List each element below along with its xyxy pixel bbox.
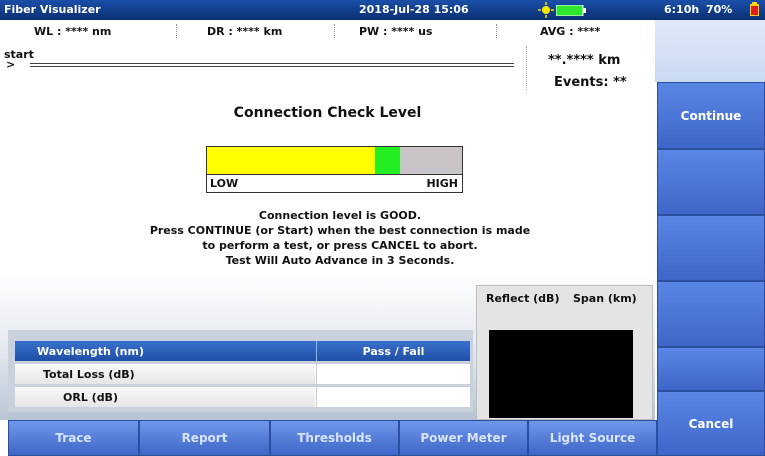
- tab-thresholds[interactable]: Thresholds: [270, 420, 399, 456]
- datetime: 2018-Jul-28 15:06: [359, 3, 469, 16]
- continue-button[interactable]: Continue: [657, 82, 765, 149]
- span-label: Span (km): [573, 292, 637, 305]
- level-scale: LOW HIGH: [206, 175, 463, 193]
- distance-readout: **.**** km: [548, 53, 621, 68]
- level-fill: [207, 147, 376, 174]
- tab-light-source[interactable]: Light Source: [528, 420, 657, 456]
- table-row: Total Loss (dB): [15, 364, 470, 384]
- side-button-3[interactable]: [657, 215, 765, 281]
- wavelength-header: Wavelength (nm): [37, 344, 144, 358]
- wavelength-readout: WL : **** nm: [34, 25, 112, 38]
- range-readout: DR : **** km: [207, 25, 283, 38]
- divider: [334, 24, 336, 38]
- connection-check-heading: Connection Check Level: [233, 105, 422, 121]
- sun-icon: [538, 2, 554, 21]
- side-button-2[interactable]: [657, 149, 765, 215]
- message-line: to perform a test, or press CANCEL to ab…: [202, 239, 478, 252]
- connection-message: Connection level is GOOD. Press CONTINUE…: [0, 208, 680, 268]
- divider: [496, 24, 498, 38]
- divider: [176, 24, 178, 38]
- info-bar: WL : **** nm DR : **** km PW : **** us A…: [0, 20, 655, 42]
- orl-label: ORL (dB): [15, 387, 315, 407]
- total-loss-result: [316, 364, 470, 384]
- app-title: Fiber Visualizer: [4, 3, 101, 16]
- cancel-button[interactable]: Cancel: [657, 391, 765, 456]
- pulse-width-readout: PW : **** us: [359, 25, 433, 38]
- orl-result: [316, 387, 470, 407]
- high-label: HIGH: [426, 177, 458, 190]
- battery-percent: 70%: [706, 3, 733, 16]
- battery-icon: [555, 4, 586, 19]
- start-marker-icon: >: [6, 58, 16, 71]
- message-line: Press CONTINUE (or Start) when the best …: [149, 224, 531, 237]
- status-bar: Fiber Visualizer 2018-Jul-28 15:06 6:10h…: [0, 0, 765, 20]
- trace-area: start > **.**** km Events: **: [0, 42, 655, 92]
- total-loss-label: Total Loss (dB): [15, 364, 315, 384]
- battery-time: 6:10h: [664, 3, 700, 16]
- reflect-label: Reflect (dB): [486, 292, 560, 305]
- connection-level-bar: [206, 146, 463, 175]
- trace-line: [30, 63, 514, 67]
- side-button-4[interactable]: [657, 281, 765, 347]
- reflect-display: [489, 330, 633, 418]
- side-panel-header: [655, 20, 765, 82]
- low-label: LOW: [210, 177, 239, 190]
- tab-trace[interactable]: Trace: [8, 420, 139, 456]
- events-count: Events: **: [554, 75, 627, 90]
- tab-power-meter[interactable]: Power Meter: [399, 420, 528, 456]
- table-header-row: Wavelength (nm) Pass / Fail: [15, 341, 470, 361]
- averaging-readout: AVG : ****: [540, 25, 601, 38]
- message-line: Connection level is GOOD.: [258, 209, 422, 222]
- divider: [526, 46, 527, 90]
- side-button-5[interactable]: [657, 347, 765, 391]
- tab-report[interactable]: Report: [139, 420, 270, 456]
- message-line: Test Will Auto Advance in 3 Seconds.: [225, 254, 455, 267]
- pass-fail-header: Pass / Fail: [316, 341, 470, 361]
- level-indicator: [375, 147, 400, 174]
- table-row: ORL (dB): [15, 387, 470, 407]
- battery-level-icon: [750, 2, 759, 19]
